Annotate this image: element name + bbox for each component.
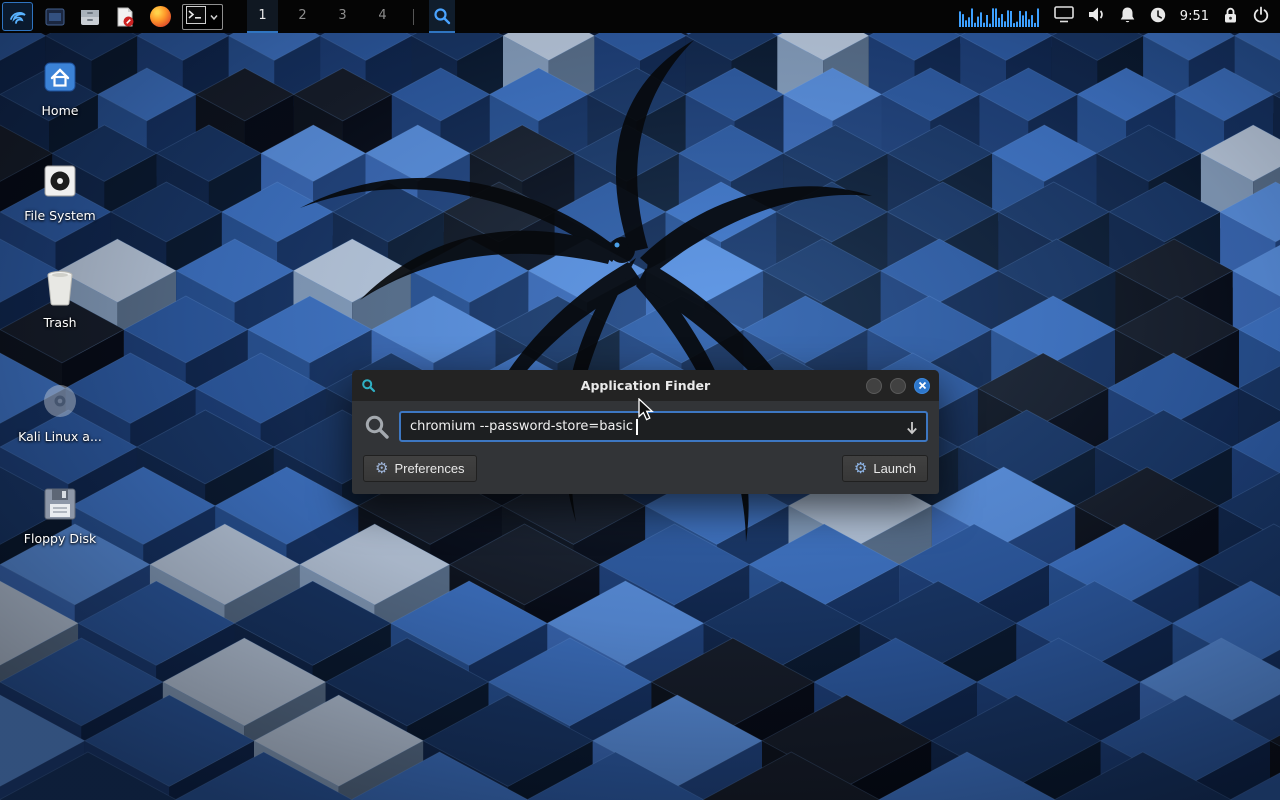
workspace-3-label: 3 <box>338 8 346 23</box>
search-icon <box>432 6 452 26</box>
panel-separator <box>413 9 414 25</box>
preferences-button[interactable]: ⚙ Preferences <box>363 455 477 482</box>
command-input-text: chromium --password-store=basic <box>410 419 633 434</box>
file-system-icon <box>42 163 78 199</box>
command-input[interactable]: chromium --password-store=basic <box>399 411 928 442</box>
display-icon <box>1054 6 1074 23</box>
system-tray: 9:51 <box>959 0 1280 33</box>
workspace-2-label: 2 <box>298 8 306 23</box>
file-manager-icon <box>79 6 101 28</box>
gear-icon: ⚙ <box>375 461 388 476</box>
minimize-button[interactable] <box>866 378 882 394</box>
updates-indicator[interactable] <box>1149 6 1167 28</box>
kali-logo-icon <box>8 7 28 27</box>
workspace-4-label: 4 <box>378 8 386 23</box>
power-button[interactable] <box>1252 6 1270 28</box>
terminal-launcher[interactable] <box>186 6 206 28</box>
launch-button[interactable]: ⚙ Launch <box>842 455 928 482</box>
display-indicator[interactable] <box>1054 6 1074 27</box>
history-dropdown-button[interactable] <box>905 420 919 440</box>
panel-clock[interactable]: 9:51 <box>1180 9 1209 24</box>
desktop-icon-home[interactable]: Home <box>0 60 120 118</box>
cpu-graph[interactable] <box>959 6 1041 28</box>
screen-lock-indicator[interactable] <box>1222 6 1239 28</box>
launch-button-label: Launch <box>873 461 916 476</box>
close-button[interactable] <box>914 378 930 394</box>
workspace-1-label: 1 <box>258 8 266 23</box>
terminal-launcher-group <box>182 4 223 30</box>
workspace-4[interactable]: 4 <box>367 0 398 33</box>
app-finder-window-icon <box>361 378 376 393</box>
terminal-dropdown-button[interactable] <box>209 7 219 26</box>
maximize-button[interactable] <box>890 378 906 394</box>
workspace-3[interactable]: 3 <box>327 0 358 33</box>
app-finder-taskbar-button[interactable] <box>429 0 455 33</box>
window-title: Application Finder <box>352 378 939 393</box>
volume-icon <box>1087 6 1106 23</box>
updates-icon <box>1149 6 1167 24</box>
button-row: ⚙ Preferences ⚙ Launch <box>363 455 928 482</box>
desktop-icon-file-system-label: File System <box>0 208 120 223</box>
workspace-2[interactable]: 2 <box>287 0 318 33</box>
window-controls <box>866 378 930 394</box>
kali-menu-button[interactable] <box>2 2 33 31</box>
titlebar[interactable]: Application Finder <box>352 370 939 401</box>
desktop-icon-floppy-label: Floppy Disk <box>0 531 120 546</box>
terminal-icon <box>186 6 206 24</box>
launch-icon: ⚙ <box>854 461 867 476</box>
mouse-cursor <box>638 398 656 422</box>
window-app-icon <box>44 6 66 28</box>
launcher-file-manager[interactable] <box>77 2 103 31</box>
desktop-icon-kali-cdrom-label: Kali Linux a... <box>0 429 120 444</box>
firefox-icon <box>150 6 171 27</box>
close-icon <box>918 381 927 390</box>
launcher-window-app[interactable] <box>42 2 68 31</box>
launcher-text-editor[interactable] <box>112 2 138 31</box>
top-panel: 1 2 3 4 <box>0 0 1280 33</box>
desktop-icon-file-system[interactable]: File System <box>0 163 120 223</box>
clock-label: 9:51 <box>1180 9 1209 24</box>
volume-indicator[interactable] <box>1087 6 1106 27</box>
power-icon <box>1252 6 1270 24</box>
preferences-button-label: Preferences <box>394 461 464 476</box>
bell-icon <box>1119 6 1136 24</box>
workspace-1[interactable]: 1 <box>247 0 278 33</box>
home-icon <box>42 60 78 94</box>
desktop-icon-trash-label: Trash <box>0 315 120 330</box>
desktop: 1 2 3 4 <box>0 0 1280 800</box>
text-editor-icon <box>114 6 136 28</box>
panel-left: 1 2 3 4 <box>0 0 455 33</box>
desktop-icon-trash[interactable]: Trash <box>0 268 120 330</box>
desktop-icon-home-label: Home <box>0 103 120 118</box>
trash-icon <box>43 268 77 306</box>
arrow-down-icon <box>905 420 919 436</box>
desktop-icon-kali-cdrom[interactable]: Kali Linux a... <box>0 382 120 444</box>
application-finder-window: Application Finder chromi <box>352 370 939 494</box>
chevron-down-icon <box>209 12 219 22</box>
cdrom-icon <box>41 382 79 420</box>
lock-icon <box>1222 6 1239 24</box>
launcher-firefox[interactable] <box>147 2 173 31</box>
notifications-indicator[interactable] <box>1119 6 1136 28</box>
search-icon <box>363 413 391 441</box>
floppy-icon <box>42 486 78 522</box>
desktop-icon-floppy[interactable]: Floppy Disk <box>0 486 120 546</box>
